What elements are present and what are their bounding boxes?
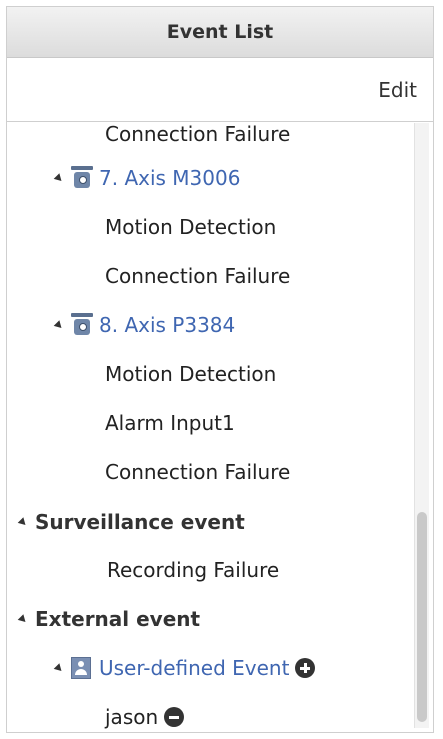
expand-triangle-icon[interactable] [53,319,65,331]
tree-item-connection-failure[interactable]: Connection Failure [105,453,290,491]
user-icon [71,657,91,679]
tree-item-connection-failure-cutoff[interactable]: Connection Failure [105,123,290,153]
tree-node-camera-8[interactable]: 8. Axis P3384 [53,306,235,344]
expand-triangle-icon[interactable] [17,516,29,528]
expand-triangle-icon[interactable] [17,613,29,625]
tree-item-motion-detection[interactable]: Motion Detection [105,208,276,246]
remove-icon[interactable] [164,707,185,727]
expand-triangle-icon[interactable] [53,662,65,674]
tree-item-recording-failure[interactable]: Recording Failure [107,551,279,589]
edit-button[interactable]: Edit [378,78,417,102]
tree-item-label: Recording Failure [107,558,280,582]
tree-node-label[interactable]: 8. Axis P3384 [99,313,235,337]
tree-node-surveillance-event[interactable]: Surveillance event [17,503,245,541]
vertical-scrollbar[interactable] [414,123,429,728]
camera-icon [71,313,93,337]
tree-node-user-defined-event[interactable]: User-defined Event [53,649,316,687]
tree-node-label[interactable]: 7. Axis M3006 [99,166,240,190]
tree-item-jason[interactable]: jason [105,698,185,732]
tree-node-label[interactable]: User-defined Event [99,656,289,680]
tree-item-alarm-input[interactable]: Alarm Input1 [105,404,235,442]
event-list-panel: Event List Edit Connection Failure 7. Ax… [6,6,434,733]
tree-item-connection-failure[interactable]: Connection Failure [105,257,290,295]
tree-item-label: Motion Detection [105,215,277,239]
add-icon[interactable] [295,658,316,678]
toolbar: Edit [7,58,433,122]
scrollbar-thumb[interactable] [417,512,427,722]
camera-icon [71,166,93,190]
tree-item-label: Motion Detection [105,362,277,386]
tree-node-camera-7[interactable]: 7. Axis M3006 [53,159,240,197]
tree-node-label: Surveillance event [35,510,245,534]
tree-item-motion-detection[interactable]: Motion Detection [105,355,276,393]
panel-title: Event List [7,7,433,58]
expand-triangle-icon[interactable] [53,172,65,184]
tree-item-label: jason [105,705,159,729]
tree-node-external-event[interactable]: External event [17,600,201,638]
event-tree: Connection Failure 7. Axis M3006 Motion … [7,123,413,732]
tree-item-label: Connection Failure [105,264,291,288]
tree-item-label: Alarm Input1 [105,411,235,435]
tree-node-label: External event [35,607,201,631]
tree-item-label: Connection Failure [105,460,291,484]
tree-item-label: Connection Failure [105,123,291,146]
